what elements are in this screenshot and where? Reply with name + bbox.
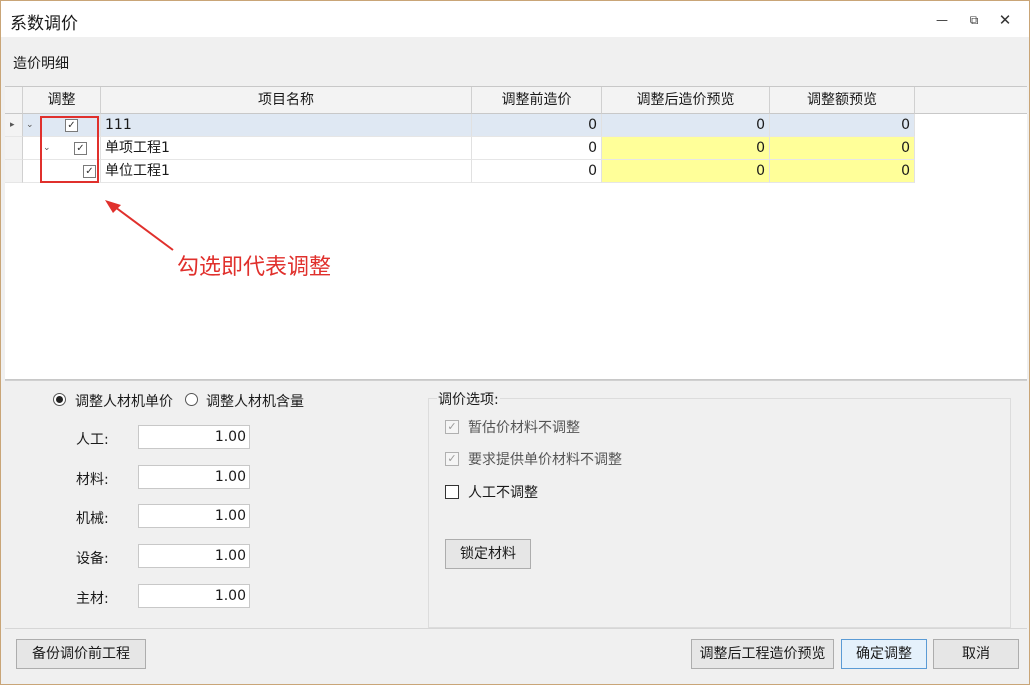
- row-indicator-header: [5, 87, 23, 114]
- option-label-estimated: 暂估价材料不调整: [468, 420, 580, 436]
- labor-input[interactable]: 1.00: [138, 425, 250, 449]
- after-cell: 0: [602, 137, 770, 160]
- before-cell: 0: [472, 137, 602, 160]
- backup-button[interactable]: 备份调价前工程: [16, 639, 146, 669]
- lock-material-button[interactable]: 锁定材料: [445, 539, 531, 569]
- column-header-adjust[interactable]: 调整: [23, 87, 101, 114]
- window-title: 系数调价: [10, 14, 78, 34]
- option-checkbox-unit-price[interactable]: ✓: [445, 452, 459, 466]
- main-material-input[interactable]: 1.00: [138, 584, 250, 608]
- before-cell: 0: [472, 114, 602, 137]
- after-cell: 0: [602, 114, 770, 137]
- row-indicator: [5, 137, 23, 160]
- title-bar: 系数调价 — ⧉ ✕: [1, 1, 1029, 37]
- radio-quantity[interactable]: [185, 393, 198, 406]
- row-indicator: ▸: [5, 114, 23, 137]
- column-header-before[interactable]: 调整前造价: [472, 87, 602, 114]
- radio-quantity-label[interactable]: 调整人材机含量: [206, 391, 304, 411]
- panel-divider: [5, 380, 1027, 381]
- main-material-label: 主材:: [76, 591, 109, 607]
- footer-divider: [5, 628, 1027, 629]
- option-label-unit-price: 要求提供单价材料不调整: [468, 452, 622, 468]
- radio-unit-price[interactable]: [53, 393, 66, 406]
- labor-label: 人工:: [76, 432, 109, 448]
- before-cell: 0: [472, 160, 602, 183]
- material-input[interactable]: 1.00: [138, 465, 250, 489]
- column-header-diff[interactable]: 调整额预览: [770, 87, 915, 114]
- equipment-label: 设备:: [76, 551, 109, 567]
- option-checkbox-estimated[interactable]: ✓: [445, 420, 459, 434]
- column-header-after[interactable]: 调整后造价预览: [602, 87, 770, 114]
- annotation-text: 勾选即代表调整: [177, 255, 332, 280]
- diff-cell: 0: [770, 160, 915, 183]
- after-cell: 0: [602, 160, 770, 183]
- row-indicator: [5, 160, 23, 183]
- current-row-icon: ▸: [10, 120, 15, 130]
- annotation-arrow-icon: [105, 200, 174, 251]
- confirm-button[interactable]: 确定调整: [841, 639, 927, 669]
- minimize-icon[interactable]: —: [932, 10, 952, 30]
- machine-input[interactable]: 1.00: [138, 504, 250, 528]
- name-cell: 111: [101, 114, 472, 137]
- options-title: 调价选项:: [437, 389, 500, 409]
- name-cell: 单位工程1: [101, 160, 472, 183]
- cancel-button[interactable]: 取消: [933, 639, 1019, 669]
- dialog-window: 系数调价 — ⧉ ✕ 造价明细 调整 项目名称 调整前造价 调整后造价预览 调整…: [0, 0, 1030, 685]
- material-label: 材料:: [76, 472, 109, 488]
- preview-button[interactable]: 调整后工程造价预览: [691, 639, 834, 669]
- machine-label: 机械:: [76, 511, 109, 527]
- close-icon[interactable]: ✕: [995, 10, 1015, 30]
- diff-cell: 0: [770, 137, 915, 160]
- diff-cell: 0: [770, 114, 915, 137]
- chevron-down-icon[interactable]: ⌄: [26, 114, 34, 136]
- option-label-labor[interactable]: 人工不调整: [468, 482, 538, 502]
- equipment-input[interactable]: 1.00: [138, 544, 250, 568]
- restore-icon[interactable]: ⧉: [964, 10, 984, 30]
- annotation-highlight-box: [40, 116, 99, 183]
- radio-unit-price-label[interactable]: 调整人材机单价: [75, 391, 173, 411]
- column-header-name[interactable]: 项目名称: [101, 87, 472, 114]
- header-filler: [915, 87, 1027, 114]
- name-cell: 单项工程1: [101, 137, 472, 160]
- option-checkbox-labor[interactable]: [445, 485, 459, 499]
- section-label: 造价明细: [13, 56, 69, 72]
